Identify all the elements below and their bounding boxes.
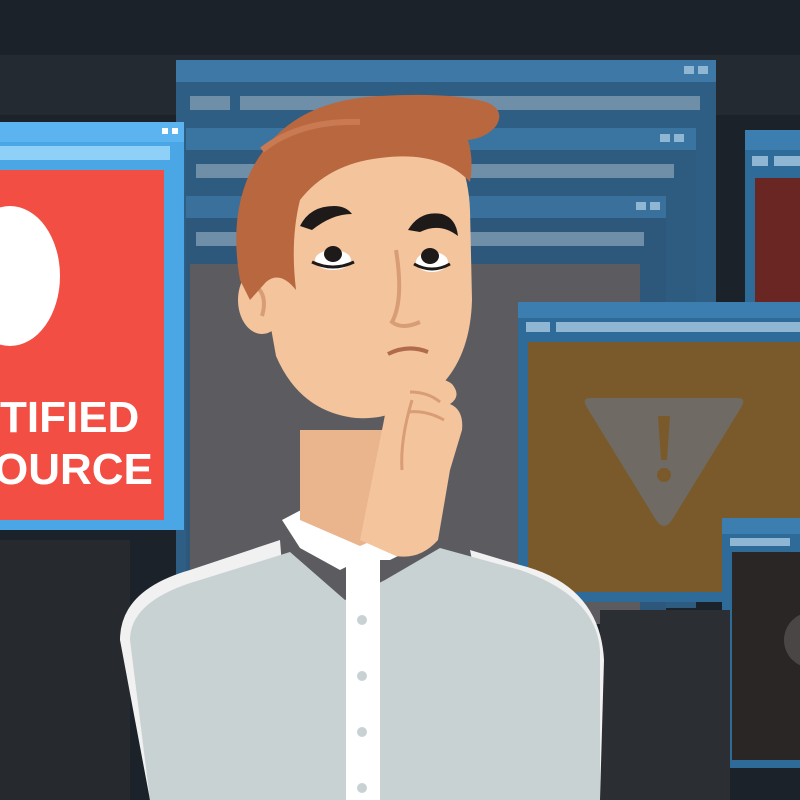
certified-source-window: TIFIED OURCE bbox=[0, 122, 184, 530]
maroon-window bbox=[745, 130, 800, 330]
bottom-shadow-left bbox=[0, 540, 130, 800]
dark-window bbox=[722, 518, 800, 768]
badge-text-line2: OURCE bbox=[0, 445, 153, 494]
illustration-scene: TIFIED OURCE bbox=[0, 0, 800, 800]
bottom-shadow-right bbox=[600, 610, 730, 800]
badge-text-line1: TIFIED bbox=[0, 393, 139, 442]
